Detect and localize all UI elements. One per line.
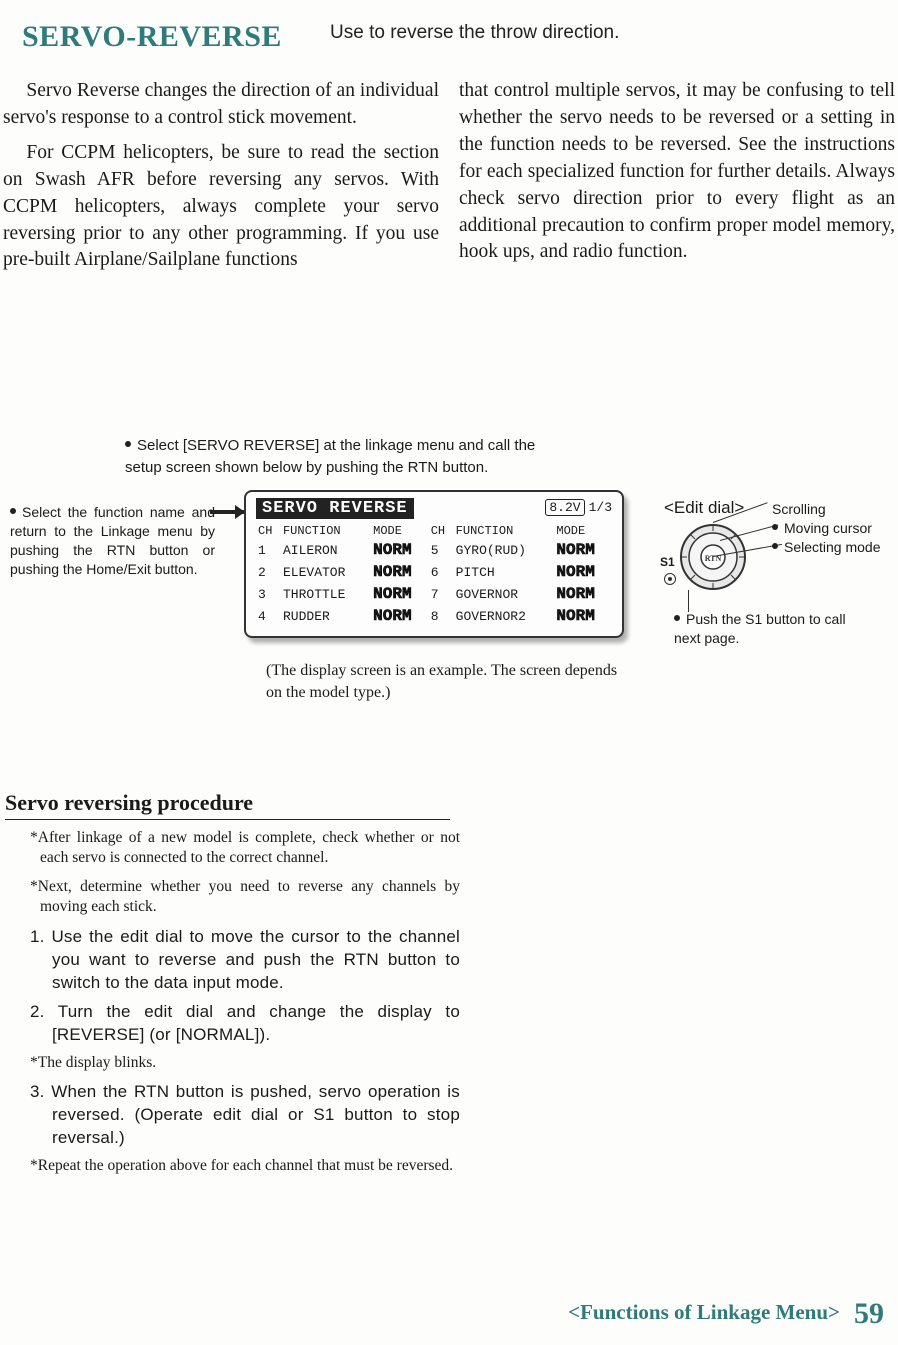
footer-page-number: 59 xyxy=(854,1297,884,1330)
instruction-select-menu: Select [SERVO REVERSE] at the linkage me… xyxy=(125,435,555,479)
lcd-header-func: FUNCTION xyxy=(454,523,555,539)
procedure-note: *Repeat the operation above for each cha… xyxy=(30,1156,460,1176)
body-p1: Servo Reverse changes the direction of a… xyxy=(3,78,439,132)
lcd-voltage: 8.2V xyxy=(545,499,584,516)
body-p3: that control multiple servos, it may be … xyxy=(459,78,895,266)
lcd-header-func: FUNCTION xyxy=(281,523,371,539)
procedure-title: Servo reversing procedure xyxy=(5,790,450,820)
bullet-icon xyxy=(10,508,16,514)
lcd-table: CH FUNCTION MODE CH FUNCTION MODE 1AILER… xyxy=(256,523,612,627)
procedure-step: 1. Use the edit dial to move the cursor … xyxy=(30,926,460,995)
dial-push-note: Push the S1 button to call next page. xyxy=(674,610,854,648)
procedure-note: *Next, determine whether you need to rev… xyxy=(30,877,460,918)
lcd-caption: (The display screen is an example. The s… xyxy=(266,660,626,703)
procedure-note: *The display blinks. xyxy=(30,1053,460,1073)
page-footer: <Functions of Linkage Menu> 59 xyxy=(568,1297,884,1331)
procedure-note: *After linkage of a new model is complet… xyxy=(30,828,460,869)
body-p2: For CCPM helicopters, be sure to read th… xyxy=(3,140,439,275)
lcd-screen: SERVO REVERSE 1/3 8.2V CH FUNCTION MODE … xyxy=(244,490,624,638)
dial-note-scrolling: Scrolling xyxy=(772,500,881,519)
lcd-header-ch: CH xyxy=(256,523,281,539)
s1-label: S1 xyxy=(660,555,675,569)
table-row: 4RUDDERNORM 8GOVERNOR2NORM xyxy=(256,605,612,627)
bullet-icon xyxy=(125,441,131,447)
procedure-step: 2. Turn the edit dial and change the dis… xyxy=(30,1001,460,1047)
lcd-page: 1/3 xyxy=(589,500,612,515)
lcd-header-ch: CH xyxy=(429,523,454,539)
bullet-icon xyxy=(674,615,680,621)
lcd-header-mode: MODE xyxy=(371,523,429,539)
table-row: 2ELEVATORNORM 6PITCHNORM xyxy=(256,561,612,583)
table-row: 1AILERONNORM 5GYRO(RUD)NORM xyxy=(256,539,612,561)
table-row: 3THROTTLENORM 7GOVERNORNORM xyxy=(256,583,612,605)
instruction-return: Select the function name and return to t… xyxy=(10,503,215,579)
bullet-icon xyxy=(772,524,778,530)
bullet-icon xyxy=(772,543,778,549)
page-subtitle: Use to reverse the throw direction. xyxy=(330,22,619,44)
footer-section: <Functions of Linkage Menu> xyxy=(568,1300,840,1324)
lcd-title: SERVO REVERSE xyxy=(256,498,414,519)
dial-note-moving: Moving cursor xyxy=(784,520,872,536)
procedure-step: 3. When the RTN button is pushed, servo … xyxy=(30,1081,460,1150)
procedure-body: *After linkage of a new model is complet… xyxy=(30,828,460,1184)
arrow-icon xyxy=(210,510,244,514)
page-title: SERVO-REVERSE xyxy=(22,20,282,54)
lcd-header-mode: MODE xyxy=(554,523,612,539)
s1-button-icon xyxy=(664,573,676,585)
dial-note-selecting: Selecting mode xyxy=(784,539,881,555)
body-columns: Servo Reverse changes the direction of a… xyxy=(3,78,895,282)
callout-line xyxy=(688,590,689,612)
dial-notes: Scrolling Moving cursor Selecting mode xyxy=(772,500,881,557)
